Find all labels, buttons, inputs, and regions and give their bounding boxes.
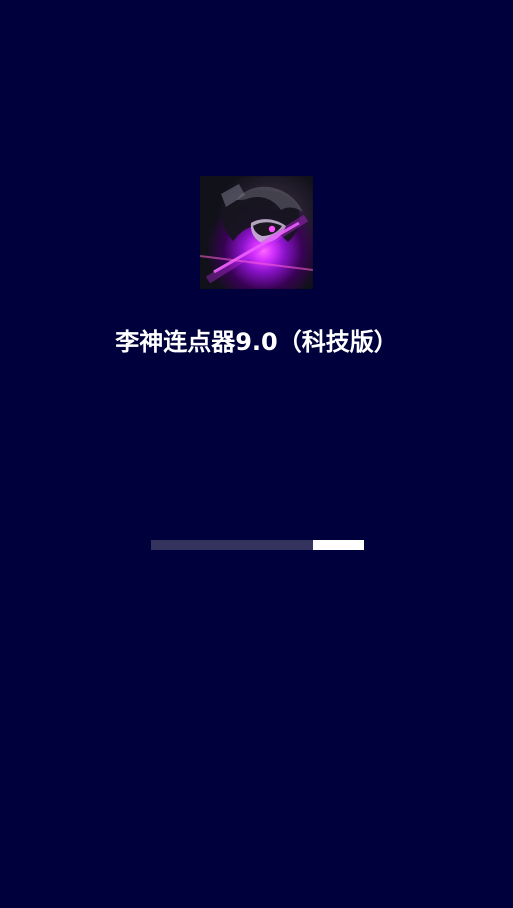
app-title: 李神连点器9.0（科技版） [115, 328, 398, 356]
splash-screen: 李神连点器9.0（科技版） [0, 0, 513, 908]
icon-artwork [200, 176, 313, 289]
anime-character-icon [200, 176, 313, 289]
loading-progress-bar [151, 540, 364, 550]
loading-progress-indicator [312, 540, 364, 550]
